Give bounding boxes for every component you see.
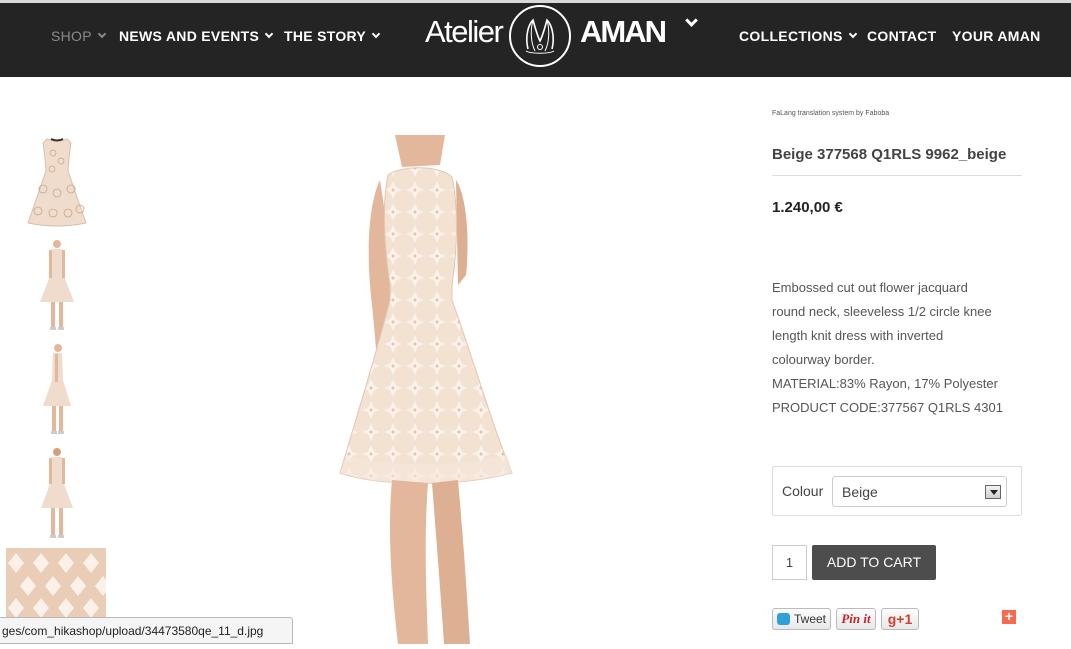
description-line: Embossed cut out flower jacquard [772,280,968,295]
fabric-detail-thumbnail[interactable] [6,548,106,618]
nav-collections-label: COLLECTIONS [739,28,843,44]
browser-status-url: ges/com_hikashop/upload/34473580qe_11_d.… [0,617,293,644]
logo-text-atelier[interactable]: Atelier [425,14,504,50]
nav-news-label: NEWS AND EVENTS [119,28,260,44]
description-line: MATERIAL:83% Rayon, 17% Polyester [772,376,998,391]
colour-label: Colour [782,483,824,499]
addthis-plus-icon[interactable]: + [1002,609,1016,624]
model-front-image [40,240,74,330]
pinit-button[interactable]: Pin it [836,608,876,630]
colour-select[interactable]: Beige [832,476,1007,507]
nav-story-label: THE STORY [284,28,367,44]
main-product-image[interactable] [140,135,740,644]
chevron-down-icon [264,29,274,39]
top-navigation-bar: SHOP NEWS AND EVENTS THE STORY Atelier A… [0,0,1071,77]
description-line: PRODUCT CODE:377567 Q1RLS 4301 [772,400,1003,415]
dropdown-arrow-icon[interactable] [985,485,1001,499]
twitter-bird-icon [777,613,790,625]
quantity-input[interactable]: 1 [772,545,807,580]
chevron-down-icon [848,29,857,39]
product-thumbnail[interactable] [8,444,106,542]
nav-shop-label: SHOP [51,28,92,44]
nav-your-aman[interactable]: YOUR AMAN [952,27,1041,45]
description-line: round neck, sleeveless 1/2 circle knee [772,304,992,319]
model-side-image [43,344,71,434]
product-title: Beige 377568 Q1RLS 9962_beige [772,146,1007,163]
top-border [0,0,1071,3]
nav-collections[interactable]: COLLECTIONS [739,27,857,45]
google-plus-button[interactable]: g+1 [881,608,919,630]
model-dress-image [339,135,513,644]
description-line: colourway border. [772,352,875,367]
title-divider [772,175,1022,176]
chevron-down-icon [685,14,698,27]
nav-shop[interactable]: SHOP [51,27,107,45]
nav-the-story[interactable]: THE STORY [284,27,381,45]
dress-flat-image [27,138,87,227]
chevron-down-icon [371,29,381,39]
colour-selected-value: Beige [842,484,878,500]
logo-text-aman[interactable]: AMAN [580,14,667,50]
product-thumbnail[interactable] [8,133,106,231]
tweet-button[interactable]: Tweet [772,608,831,630]
product-description: Embossed cut out flower jacquard round n… [772,276,1042,420]
product-thumbnail[interactable] [8,236,106,334]
chevron-down-icon [97,29,107,39]
logo-monogram-icon [525,18,555,54]
faleng-credit[interactable]: FaLang translation system by Faboba [772,110,889,117]
product-price: 1.240,00 € [772,199,843,216]
nav-news-and-events[interactable]: NEWS AND EVENTS [119,27,274,45]
pinit-label: Pin it [841,611,871,626]
nav-contact[interactable]: CONTACT [867,27,937,45]
add-to-cart-button[interactable]: ADD TO CART [812,545,936,580]
gplus-label: g+1 [887,611,913,627]
nav-contact-label: CONTACT [867,28,937,44]
colour-option-box: Colour Beige [772,466,1022,516]
description-line: length knit dress with inverted [772,328,944,343]
logo-emblem[interactable] [509,5,571,67]
logo-dropdown[interactable] [680,12,698,30]
product-thumbnail[interactable] [8,340,106,438]
tweet-label: Tweet [793,612,826,626]
nav-your-aman-label: YOUR AMAN [952,28,1041,44]
model-back-image [41,448,73,538]
fabric-pattern-image [8,553,106,618]
